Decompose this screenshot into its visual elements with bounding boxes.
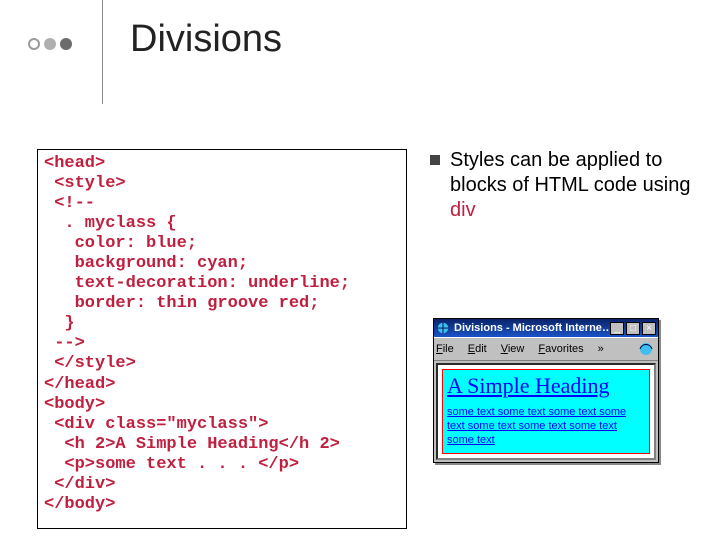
demo-body-text: some text some text some text some text … [447,406,645,447]
decorative-bullets [28,38,72,50]
demo-heading: A Simple Heading [447,374,645,398]
menu-favorites[interactable]: Favorites [538,343,583,355]
menu-file[interactable]: File [436,343,454,355]
menu-more[interactable]: » [598,343,604,355]
styled-div-demo: A Simple Heading some text some text som… [442,369,650,454]
close-button[interactable]: × [642,322,656,335]
menu-bar: File Edit View Favorites » [434,337,658,361]
menu-edit[interactable]: Edit [468,343,487,355]
description: Styles can be applied to blocks of HTML … [430,148,700,223]
ie-logo-icon [636,340,656,358]
maximize-button[interactable]: □ [626,322,640,335]
window-titlebar: Divisions - Microsoft Interne… _ □ × [434,319,658,337]
browser-preview: Divisions - Microsoft Interne… _ □ × Fil… [433,318,659,463]
code-example: <head> <style> <!-- . myclass { color: b… [37,149,407,529]
slide-title: Divisions [130,18,282,61]
browser-viewport: A Simple Heading some text some text som… [436,363,656,460]
description-text: Styles can be applied to blocks of HTML … [450,148,700,223]
title-divider [102,0,103,104]
minimize-button[interactable]: _ [610,322,624,335]
bullet-icon [430,155,440,165]
menu-view[interactable]: View [501,343,525,355]
window-title: Divisions - Microsoft Interne… [454,322,610,334]
app-icon [436,321,450,335]
